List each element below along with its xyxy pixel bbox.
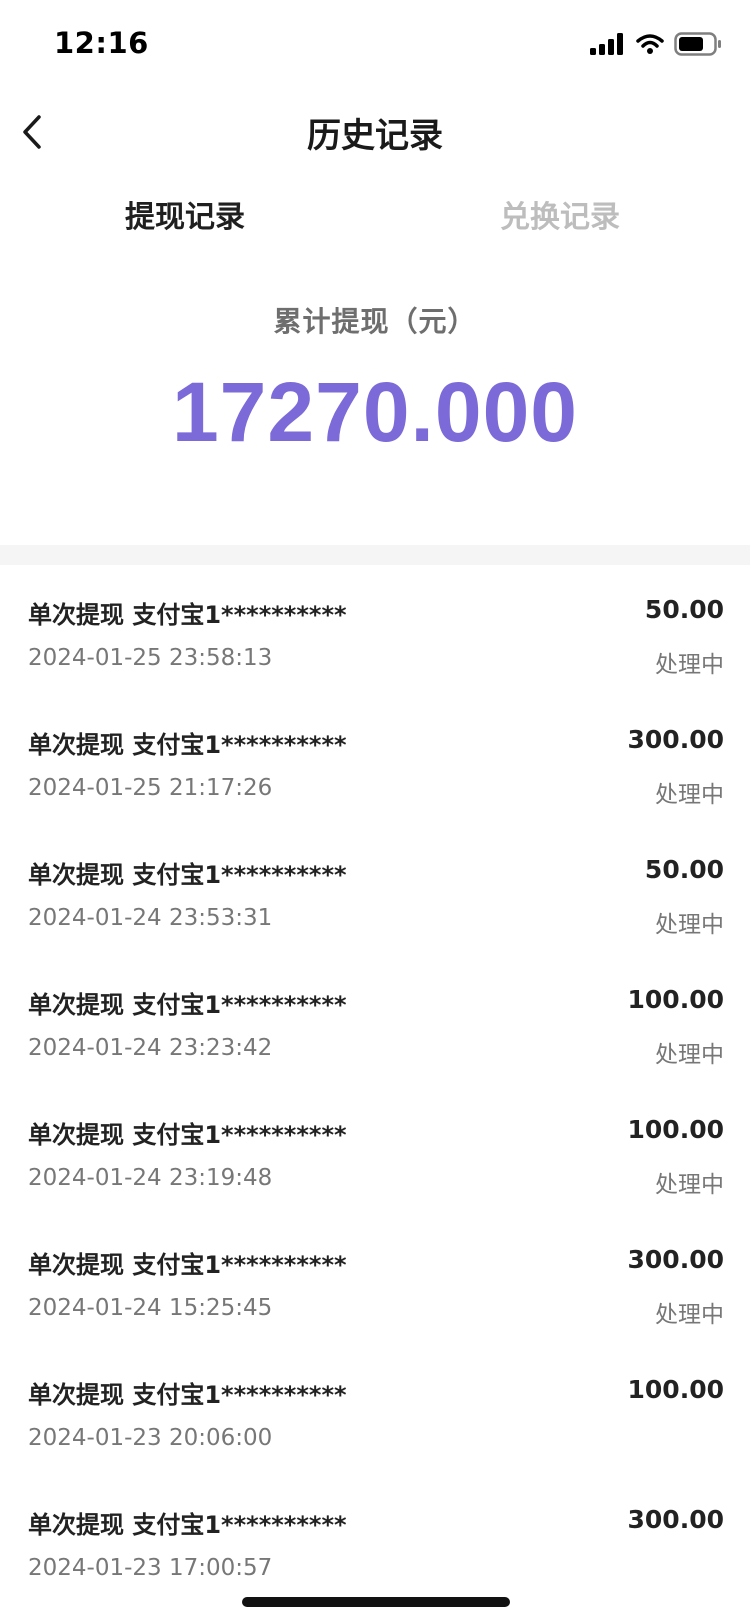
record-amount: 100.00 — [627, 1115, 724, 1144]
section-divider — [0, 545, 750, 565]
record-amount: 300.00 — [627, 725, 724, 754]
tab-withdraw-records[interactable]: 提现记录 — [125, 192, 245, 236]
record-title: 单次提现 支付宝1********** — [28, 731, 347, 759]
wifi-icon — [636, 34, 664, 54]
record-title: 单次提现 支付宝1********** — [28, 1121, 347, 1149]
record-time: 2024-01-23 20:06:00 — [28, 1425, 273, 1451]
record-status: 处理中 — [655, 782, 724, 808]
page-title: 历史记录 — [307, 116, 443, 156]
list-item[interactable]: 单次提现 支付宝1********** 50.00 2024-01-24 23:… — [0, 825, 750, 955]
record-amount: 300.00 — [627, 1245, 724, 1274]
record-amount: 100.00 — [627, 985, 724, 1014]
list-item[interactable]: 单次提现 支付宝1********** 50.00 2024-01-25 23:… — [0, 565, 750, 695]
status-icons — [590, 32, 722, 56]
record-status: 处理中 — [655, 1042, 724, 1068]
battery-icon — [674, 32, 721, 56]
record-amount: 50.00 — [644, 595, 724, 624]
record-status: 处理中 — [655, 652, 724, 678]
record-time: 2024-01-25 21:17:26 — [28, 775, 273, 801]
record-status: 处理中 — [655, 1302, 724, 1328]
record-title: 单次提现 支付宝1********** — [28, 601, 347, 629]
record-status: 处理中 — [655, 912, 724, 938]
status-time: 12:16 — [54, 26, 149, 60]
record-title: 单次提现 支付宝1********** — [28, 861, 347, 889]
nav-bar: 历史记录 — [0, 92, 750, 180]
list-item[interactable]: 单次提现 支付宝1********** 100.00 2024-01-24 23… — [0, 1085, 750, 1215]
record-title: 单次提现 支付宝1********** — [28, 1381, 347, 1409]
record-amount: 50.00 — [644, 855, 724, 884]
record-status: 处理中 — [655, 1172, 724, 1198]
record-title: 单次提现 支付宝1********** — [28, 1511, 347, 1539]
record-amount: 300.00 — [627, 1505, 724, 1534]
record-time: 2024-01-24 23:53:31 — [28, 905, 273, 931]
summary-label: 累计提现（元） — [273, 305, 477, 338]
summary-amount: 17270.000 — [171, 365, 579, 459]
list-item[interactable]: 单次提现 支付宝1********** 300.00 2024-01-23 17… — [0, 1475, 750, 1605]
tab-exchange-records[interactable]: 兑换记录 — [500, 192, 620, 236]
home-indicator[interactable] — [242, 1597, 510, 1607]
tab-bar: 提现记录 兑换记录 — [0, 182, 750, 252]
record-amount: 100.00 — [627, 1375, 724, 1404]
record-time: 2024-01-24 23:19:48 — [28, 1165, 273, 1191]
list-item[interactable]: 单次提现 支付宝1********** 300.00 2024-01-24 15… — [0, 1215, 750, 1345]
record-time: 2024-01-25 23:58:13 — [28, 645, 273, 671]
record-time: 2024-01-24 23:23:42 — [28, 1035, 273, 1061]
list-item[interactable]: 单次提现 支付宝1********** 100.00 2024-01-24 23… — [0, 955, 750, 1085]
list-item[interactable]: 单次提现 支付宝1********** 300.00 2024-01-25 21… — [0, 695, 750, 825]
list-item[interactable]: 单次提现 支付宝1********** 100.00 2024-01-23 20… — [0, 1345, 750, 1475]
summary-panel: 累计提现（元） 17270.000 — [0, 300, 750, 461]
record-time: 2024-01-24 15:25:45 — [28, 1295, 273, 1321]
record-title: 单次提现 支付宝1********** — [28, 1251, 347, 1279]
record-title: 单次提现 支付宝1********** — [28, 991, 347, 1019]
records-list: 单次提现 支付宝1********** 50.00 2024-01-25 23:… — [0, 565, 750, 1605]
signal-icon — [590, 33, 623, 55]
record-time: 2024-01-23 17:00:57 — [28, 1555, 273, 1581]
status-bar: 12:16 — [0, 0, 750, 92]
